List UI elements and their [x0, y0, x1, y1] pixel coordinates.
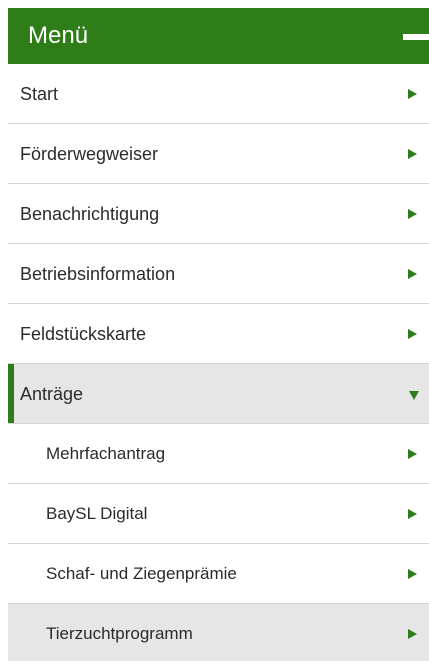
side-menu: Menü Start Förderwegweiser Benachrichtig…: [0, 0, 429, 661]
active-indicator: [8, 364, 14, 423]
submenu-item-label: Mehrfachantrag: [46, 444, 166, 463]
submenu-item-label: BaySL Digital: [46, 504, 148, 523]
menu-title: Menü: [28, 22, 89, 49]
triangle-right-icon: [408, 509, 417, 519]
triangle-right-icon: [408, 149, 417, 159]
menu-item-start[interactable]: Start: [8, 64, 429, 124]
menu-item-label: Betriebsinformation: [20, 264, 176, 284]
triangle-right-icon: [408, 269, 417, 279]
menu-item-feldstueckskarte[interactable]: Feldstückskarte: [8, 304, 429, 364]
triangle-right-icon: [408, 629, 417, 639]
submenu-item-schaf-ziegenpraemie[interactable]: Schaf- und Ziegenprämie: [8, 544, 429, 604]
submenu-item-baysl-digital[interactable]: BaySL Digital: [8, 484, 429, 544]
menu-item-betriebsinformation[interactable]: Betriebsinformation: [8, 244, 429, 304]
triangle-right-icon: [408, 449, 417, 459]
menu-list: Start Förderwegweiser Benachrichtigung B…: [8, 64, 429, 661]
menu-header[interactable]: Menü: [8, 8, 429, 64]
triangle-right-icon: [408, 329, 417, 339]
minus-icon[interactable]: [403, 34, 429, 40]
menu-item-label: Feldstückskarte: [20, 324, 147, 344]
menu-item-label: Förderwegweiser: [20, 144, 159, 164]
submenu-item-tierzuchtprogramm[interactable]: Tierzuchtprogramm: [8, 604, 429, 661]
menu-item-label: Benachrichtigung: [20, 204, 160, 224]
submenu-item-label: Tierzuchtprogramm: [46, 624, 193, 643]
triangle-right-icon: [408, 569, 417, 579]
menu-item-antraege[interactable]: Anträge: [8, 364, 429, 424]
menu-item-benachrichtigung[interactable]: Benachrichtigung: [8, 184, 429, 244]
triangle-down-icon: [409, 391, 419, 400]
submenu-item-mehrfachantrag[interactable]: Mehrfachantrag: [8, 424, 429, 484]
menu-item-label: Start: [20, 84, 59, 104]
submenu-item-label: Schaf- und Ziegenprämie: [46, 564, 237, 583]
menu-item-label: Anträge: [20, 384, 84, 404]
triangle-right-icon: [408, 209, 417, 219]
menu-item-foerderwegweiser[interactable]: Förderwegweiser: [8, 124, 429, 184]
triangle-right-icon: [408, 89, 417, 99]
